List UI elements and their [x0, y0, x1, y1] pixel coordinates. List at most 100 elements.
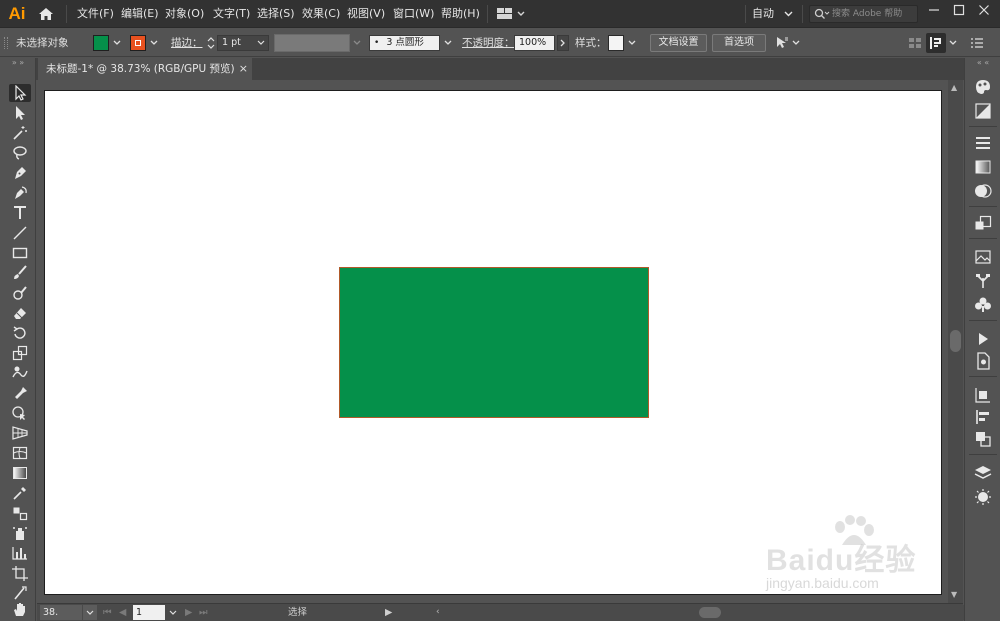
scroll-thumb[interactable]: [950, 330, 961, 352]
type-tool-icon[interactable]: [9, 204, 31, 222]
gradient-tool-icon[interactable]: [9, 464, 31, 482]
perspective-grid-tool-icon[interactable]: [9, 424, 31, 442]
blob-brush-tool-icon[interactable]: [9, 284, 31, 302]
zoom-level-field[interactable]: 38. 73%: [40, 605, 82, 620]
menu-effect[interactable]: 效果(C): [302, 0, 340, 28]
color-panel-icon[interactable]: [973, 78, 993, 96]
home-icon[interactable]: [36, 5, 56, 23]
horizontal-scrollbar[interactable]: ‹ ›: [432, 605, 982, 620]
stroke-panel-icon[interactable]: [973, 134, 993, 152]
arrange-documents-button[interactable]: [496, 7, 526, 21]
layers-panel-icon[interactable]: [973, 464, 993, 482]
scale-tool-icon[interactable]: [9, 344, 31, 362]
fill-color-swatch[interactable]: [93, 35, 109, 51]
help-search-input[interactable]: 搜索 Adobe 帮助: [809, 5, 918, 23]
actions-panel-icon[interactable]: [973, 330, 993, 348]
panel-menu-icon[interactable]: [970, 37, 984, 49]
image-trace-panel-icon[interactable]: [973, 248, 993, 266]
chevron-down-icon[interactable]: [948, 38, 958, 48]
hand-tool-icon[interactable]: [9, 601, 31, 619]
status-menu-icon[interactable]: ▶: [385, 604, 392, 621]
appearance-panel-icon[interactable]: [973, 214, 993, 232]
last-artboard-icon[interactable]: ⏭: [199, 604, 208, 621]
links-panel-icon[interactable]: [973, 272, 993, 290]
green-rectangle[interactable]: [339, 267, 649, 418]
artboard-number-field[interactable]: 1: [133, 605, 165, 620]
workspace-switcher[interactable]: 自动: [752, 0, 793, 28]
collapse-panel-icon[interactable]: » »: [0, 58, 36, 68]
select-similar-button[interactable]: [774, 35, 802, 51]
stroke-color-swatch[interactable]: [130, 35, 146, 51]
maximize-icon[interactable]: [950, 2, 968, 18]
document-info-panel-icon[interactable]: [973, 352, 993, 370]
symbol-sprayer-tool-icon[interactable]: [9, 524, 31, 542]
chevron-down-icon[interactable]: [83, 605, 97, 620]
previous-artboard-icon[interactable]: ◀: [119, 604, 126, 621]
direct-selection-tool-icon[interactable]: [9, 104, 31, 122]
preferences-button[interactable]: 首选项: [712, 34, 766, 52]
chevron-down-icon[interactable]: [443, 38, 453, 48]
arrange-grid-icon[interactable]: [908, 37, 922, 49]
magic-wand-tool-icon[interactable]: [9, 124, 31, 142]
chevron-down-icon[interactable]: [627, 38, 637, 48]
minimize-icon[interactable]: [925, 2, 943, 18]
scroll-thumb[interactable]: [699, 607, 721, 618]
pen-tool-icon[interactable]: [9, 164, 31, 182]
chevron-down-icon[interactable]: [112, 38, 122, 48]
scroll-up-icon[interactable]: ▲: [951, 83, 957, 92]
eraser-tool-icon[interactable]: [9, 304, 31, 322]
mesh-tool-icon[interactable]: [9, 444, 31, 462]
line-segment-tool-icon[interactable]: [9, 224, 31, 242]
close-icon[interactable]: [975, 2, 993, 18]
menu-window[interactable]: 窗口(W): [393, 0, 434, 28]
chevron-down-icon[interactable]: [167, 605, 179, 620]
stroke-weight-stepper[interactable]: [206, 35, 216, 51]
rectangle-tool-icon[interactable]: [9, 244, 31, 262]
warp-tool-icon[interactable]: [9, 364, 31, 382]
rotate-tool-icon[interactable]: [9, 324, 31, 342]
shape-builder-tool-icon[interactable]: [9, 404, 31, 422]
document-setup-button[interactable]: 文档设置: [650, 34, 707, 52]
opacity-label[interactable]: 不透明度：: [462, 29, 515, 57]
align-panel-icon[interactable]: [973, 408, 993, 426]
variable-width-profile[interactable]: [274, 34, 350, 52]
next-artboard-icon[interactable]: ▶: [185, 604, 192, 621]
color-guide-panel-icon[interactable]: [973, 102, 993, 120]
chevron-down-icon[interactable]: [149, 38, 159, 48]
pathfinder-panel-icon[interactable]: [973, 430, 993, 448]
menu-view[interactable]: 视图(V): [347, 0, 385, 28]
curvature-tool-icon[interactable]: [9, 184, 31, 202]
brush-definition-field[interactable]: • 3 点圆形: [369, 35, 440, 51]
document-tab[interactable]: 未标题-1* @ 38.73% (RGB/GPU 预览) ×: [38, 58, 252, 80]
gradient-panel-icon[interactable]: [973, 158, 993, 176]
menu-help[interactable]: 帮助(H): [441, 0, 480, 28]
column-graph-tool-icon[interactable]: [9, 544, 31, 562]
menu-file[interactable]: 文件(F): [77, 0, 114, 28]
selection-tool-icon[interactable]: [9, 84, 31, 102]
graphic-style-swatch[interactable]: [608, 35, 624, 51]
scroll-left-icon[interactable]: ‹: [436, 605, 440, 620]
lasso-tool-icon[interactable]: [9, 144, 31, 162]
eyedropper-tool-icon[interactable]: [9, 484, 31, 502]
stroke-weight-field[interactable]: 1 pt: [217, 35, 269, 51]
transform-panel-icon[interactable]: [973, 386, 993, 404]
align-options-icon[interactable]: [926, 33, 946, 53]
transparency-panel-icon[interactable]: [973, 182, 993, 200]
opacity-field[interactable]: 100%: [514, 35, 555, 51]
chevron-right-icon[interactable]: [557, 35, 569, 51]
first-artboard-icon[interactable]: ⏮: [103, 604, 112, 621]
menu-type[interactable]: 文字(T): [213, 0, 250, 28]
close-tab-icon[interactable]: ×: [239, 58, 248, 80]
asset-export-panel-icon[interactable]: [973, 488, 993, 506]
expand-panels-icon[interactable]: « «: [965, 58, 1000, 68]
menu-edit[interactable]: 编辑(E): [121, 0, 159, 28]
puppet-warp-tool-icon[interactable]: [9, 384, 31, 402]
slice-tool-icon[interactable]: [9, 584, 31, 602]
paintbrush-tool-icon[interactable]: [9, 264, 31, 282]
symbols-panel-icon[interactable]: [973, 296, 993, 314]
blend-tool-icon[interactable]: [9, 504, 31, 522]
menu-object[interactable]: 对象(O): [165, 0, 204, 28]
stroke-label[interactable]: 描边：: [171, 29, 203, 57]
menu-select[interactable]: 选择(S): [257, 0, 295, 28]
chevron-down-icon[interactable]: [352, 38, 362, 48]
